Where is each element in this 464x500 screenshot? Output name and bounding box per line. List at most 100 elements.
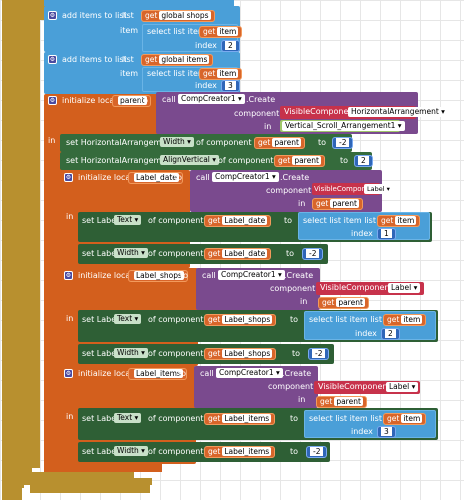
type-dropdown[interactable]: Label ▾ xyxy=(386,382,419,392)
number-value[interactable]: -2 xyxy=(312,349,326,358)
global-shops-value[interactable]: global shops xyxy=(159,11,211,20)
component-dropdown[interactable]: CompCreator1 ▾ xyxy=(212,172,279,182)
call-create-label-date[interactable]: call CompCreator1 ▾ .Create component Vi… xyxy=(190,170,393,212)
get-parent[interactable]: get parent xyxy=(274,155,325,167)
mutator-gear-icon[interactable] xyxy=(48,11,57,20)
property-dropdown[interactable]: Width ▾ xyxy=(114,248,148,258)
set-label-width-shops[interactable]: set Label. Width ▾ of component get Label… xyxy=(78,344,334,364)
get-parent[interactable]: get parent xyxy=(318,297,369,309)
select-list-item-block[interactable]: select list item list get item index 2 xyxy=(304,311,436,340)
get-item[interactable]: get item xyxy=(383,314,427,326)
set-label-width-date[interactable]: set Label. Width ▾ of component get Label… xyxy=(78,244,328,264)
number-value[interactable]: 2 xyxy=(385,329,396,338)
number-block[interactable]: 2 xyxy=(221,40,240,52)
set-label-width-items[interactable]: set Label. Width ▾ of component get Label… xyxy=(78,442,330,462)
var-value[interactable]: parent xyxy=(292,156,321,165)
var-value[interactable]: Label_shops xyxy=(222,349,273,358)
property-dropdown[interactable]: Width ▾ xyxy=(114,446,148,456)
number-value[interactable]: 3 xyxy=(225,81,236,90)
component-dropdown[interactable]: CompCreator1 ▾ xyxy=(216,368,283,378)
component-dropdown[interactable]: CompCreator1 ▾ xyxy=(218,270,285,280)
item-value[interactable]: item xyxy=(395,216,417,225)
outer-block-4[interactable] xyxy=(26,0,40,468)
number-value[interactable]: -2 xyxy=(310,447,324,456)
number-value[interactable]: -2 xyxy=(336,138,350,147)
number-block[interactable]: -2 xyxy=(308,348,330,360)
visible-component-block[interactable]: VisibleComponent HorizontalArrangement ▾ xyxy=(280,106,448,119)
parent-value[interactable]: parent xyxy=(334,397,363,406)
get-item[interactable]: get item xyxy=(377,215,421,227)
var-value[interactable]: Label_items xyxy=(222,414,272,423)
add-items-block-2[interactable]: add items to list list getglobal items i… xyxy=(44,52,243,94)
get-label-shops[interactable]: get Label_shops xyxy=(204,348,277,360)
property-dropdown[interactable]: Text ▾ xyxy=(114,413,142,423)
type-dropdown[interactable]: HorizontalArrangement ▾ xyxy=(348,107,448,117)
item-value[interactable]: item xyxy=(401,315,423,324)
var-value[interactable]: parent xyxy=(272,138,301,147)
number-block[interactable]: -2 xyxy=(302,248,324,260)
set-label-text-date[interactable]: set Label. Text ▾ of component get Label_… xyxy=(78,212,432,242)
get-label-date[interactable]: get Label_date xyxy=(204,248,272,260)
get-parent[interactable]: get parent xyxy=(312,198,363,210)
set-label-text-shops[interactable]: set Label. Text ▾ of component get Label_… xyxy=(78,310,438,342)
number-block[interactable]: 3 xyxy=(377,426,396,438)
mutator-gear-icon[interactable] xyxy=(64,173,73,182)
type-dropdown[interactable]: Label ▾ xyxy=(388,283,421,293)
parent-value[interactable]: parent xyxy=(336,298,365,307)
number-block[interactable]: 3 xyxy=(221,80,240,92)
select-list-item-block[interactable]: select list item list get item index 3 xyxy=(304,410,436,438)
item-value[interactable]: item xyxy=(217,69,239,78)
property-dropdown[interactable]: Width ▾ xyxy=(114,348,148,358)
var-name-value[interactable]: Label_date xyxy=(134,173,179,182)
number-value[interactable]: 2 xyxy=(358,156,369,165)
item-value[interactable]: item xyxy=(401,414,423,423)
get-global-shops[interactable]: get global shops xyxy=(141,10,215,22)
select-list-item-block[interactable]: select list item list get item index 3 xyxy=(142,67,243,92)
call-create-label-shops[interactable]: call CompCreator1 ▾ .Create component in xyxy=(196,268,320,310)
mutator-gear-icon[interactable] xyxy=(64,271,73,280)
visible-component-block[interactable]: VisibleComponent Label ▾ xyxy=(314,381,420,394)
item-value[interactable]: item xyxy=(217,27,239,36)
get-label-items[interactable]: get Label_items xyxy=(204,413,276,425)
var-value[interactable]: Label_date xyxy=(222,249,268,258)
get-label-shops[interactable]: get Label_shops xyxy=(204,314,277,326)
number-block[interactable]: -2 xyxy=(306,446,328,458)
call-create-parent[interactable]: call CompCreator1 ▾ .Create component Vi… xyxy=(156,92,448,134)
get-global-items[interactable]: get global items xyxy=(141,54,214,66)
get-item[interactable]: get item xyxy=(199,26,243,38)
parent-value[interactable]: parent xyxy=(330,199,359,208)
call-create-label-items[interactable]: call CompCreator1 ▾ .Create component in xyxy=(194,366,318,408)
number-value[interactable]: 2 xyxy=(225,41,236,50)
var-value[interactable]: Label_date xyxy=(222,216,268,225)
get-parent[interactable]: get parent xyxy=(254,137,305,149)
set-width-block[interactable]: set HorizontalArrangement. Width ▾ of co… xyxy=(60,134,354,152)
arrangement-dropdown[interactable]: Vertical_Scroll_Arrangement1 ▾ xyxy=(282,121,405,131)
get-parent[interactable]: get parent xyxy=(316,396,367,408)
add-items-block-1[interactable]: add items to list list getglobal shops i… xyxy=(44,6,243,52)
mutator-gear-icon[interactable] xyxy=(48,96,57,105)
var-name-label-shops[interactable]: Label_shops xyxy=(128,270,188,282)
number-value[interactable]: 3 xyxy=(381,427,392,436)
property-dropdown[interactable]: Width ▾ xyxy=(160,137,194,147)
property-dropdown[interactable]: Text ▾ xyxy=(114,215,142,225)
get-item[interactable]: get item xyxy=(383,413,427,425)
var-name-value[interactable]: Label_items xyxy=(134,369,183,378)
var-value[interactable]: Label_items xyxy=(222,447,272,456)
select-list-item-block[interactable]: select list item list get item index 1 xyxy=(298,212,430,240)
get-label-items[interactable]: get Label_items xyxy=(204,446,276,458)
mutator-gear-icon[interactable] xyxy=(48,55,57,64)
select-list-item-block[interactable]: select list item list get item index 2 xyxy=(142,24,243,52)
get-item[interactable]: get item xyxy=(199,68,243,80)
mutator-gear-icon[interactable] xyxy=(64,369,73,378)
property-dropdown[interactable]: AlignVertical ▾ xyxy=(160,155,220,165)
property-dropdown[interactable]: Text ▾ xyxy=(114,314,142,324)
number-value[interactable]: 1 xyxy=(381,229,392,238)
number-block[interactable]: 1 xyxy=(377,228,396,240)
number-block[interactable]: -2 xyxy=(332,137,354,149)
visible-component-block[interactable]: VisibleComponent Label ▾ xyxy=(312,183,393,195)
get-label-date[interactable]: get Label_date xyxy=(204,215,272,227)
var-name-value[interactable]: Label_shops xyxy=(134,271,184,280)
global-items-value[interactable]: global items xyxy=(159,55,210,64)
number-value[interactable]: -2 xyxy=(306,249,320,258)
number-block[interactable]: 2 xyxy=(354,155,373,167)
